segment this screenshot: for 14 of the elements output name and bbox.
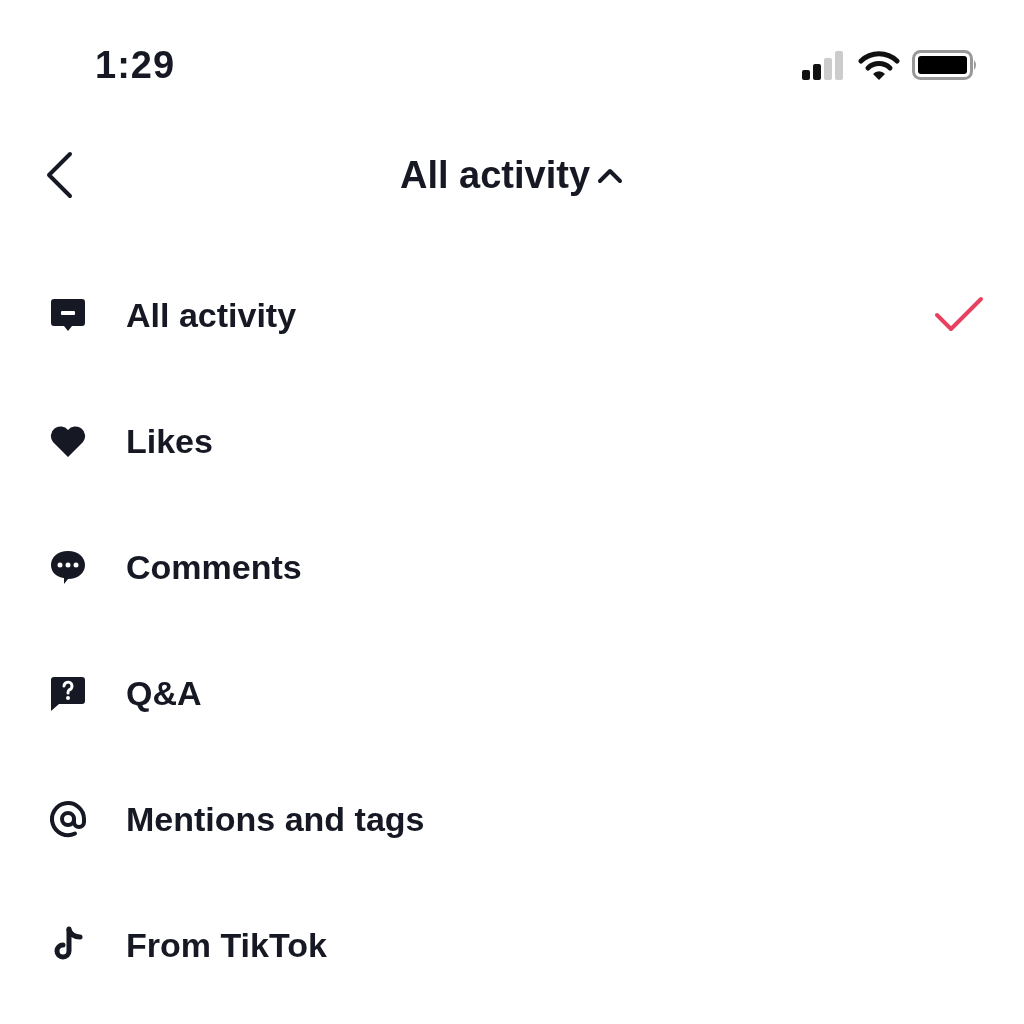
filter-option[interactable]: From TikTok — [0, 882, 1024, 1008]
wifi-icon — [858, 50, 900, 80]
signal-icon — [802, 50, 846, 80]
back-icon[interactable] — [44, 151, 74, 199]
battery-icon — [912, 50, 978, 80]
filter-option[interactable]: Likes — [0, 378, 1024, 504]
caret-icon[interactable] — [596, 166, 625, 184]
status-time: 1:29 — [95, 43, 176, 87]
screen-title[interactable]: All activity — [399, 153, 591, 197]
filter-option[interactable]: Mentions and tags — [0, 756, 1024, 882]
filter-option[interactable]: Q&A — [0, 630, 1024, 756]
filter-option[interactable]: All activity — [0, 252, 1024, 378]
filter-option[interactable]: Comments — [0, 504, 1024, 630]
at-sign-icon — [48, 799, 88, 839]
